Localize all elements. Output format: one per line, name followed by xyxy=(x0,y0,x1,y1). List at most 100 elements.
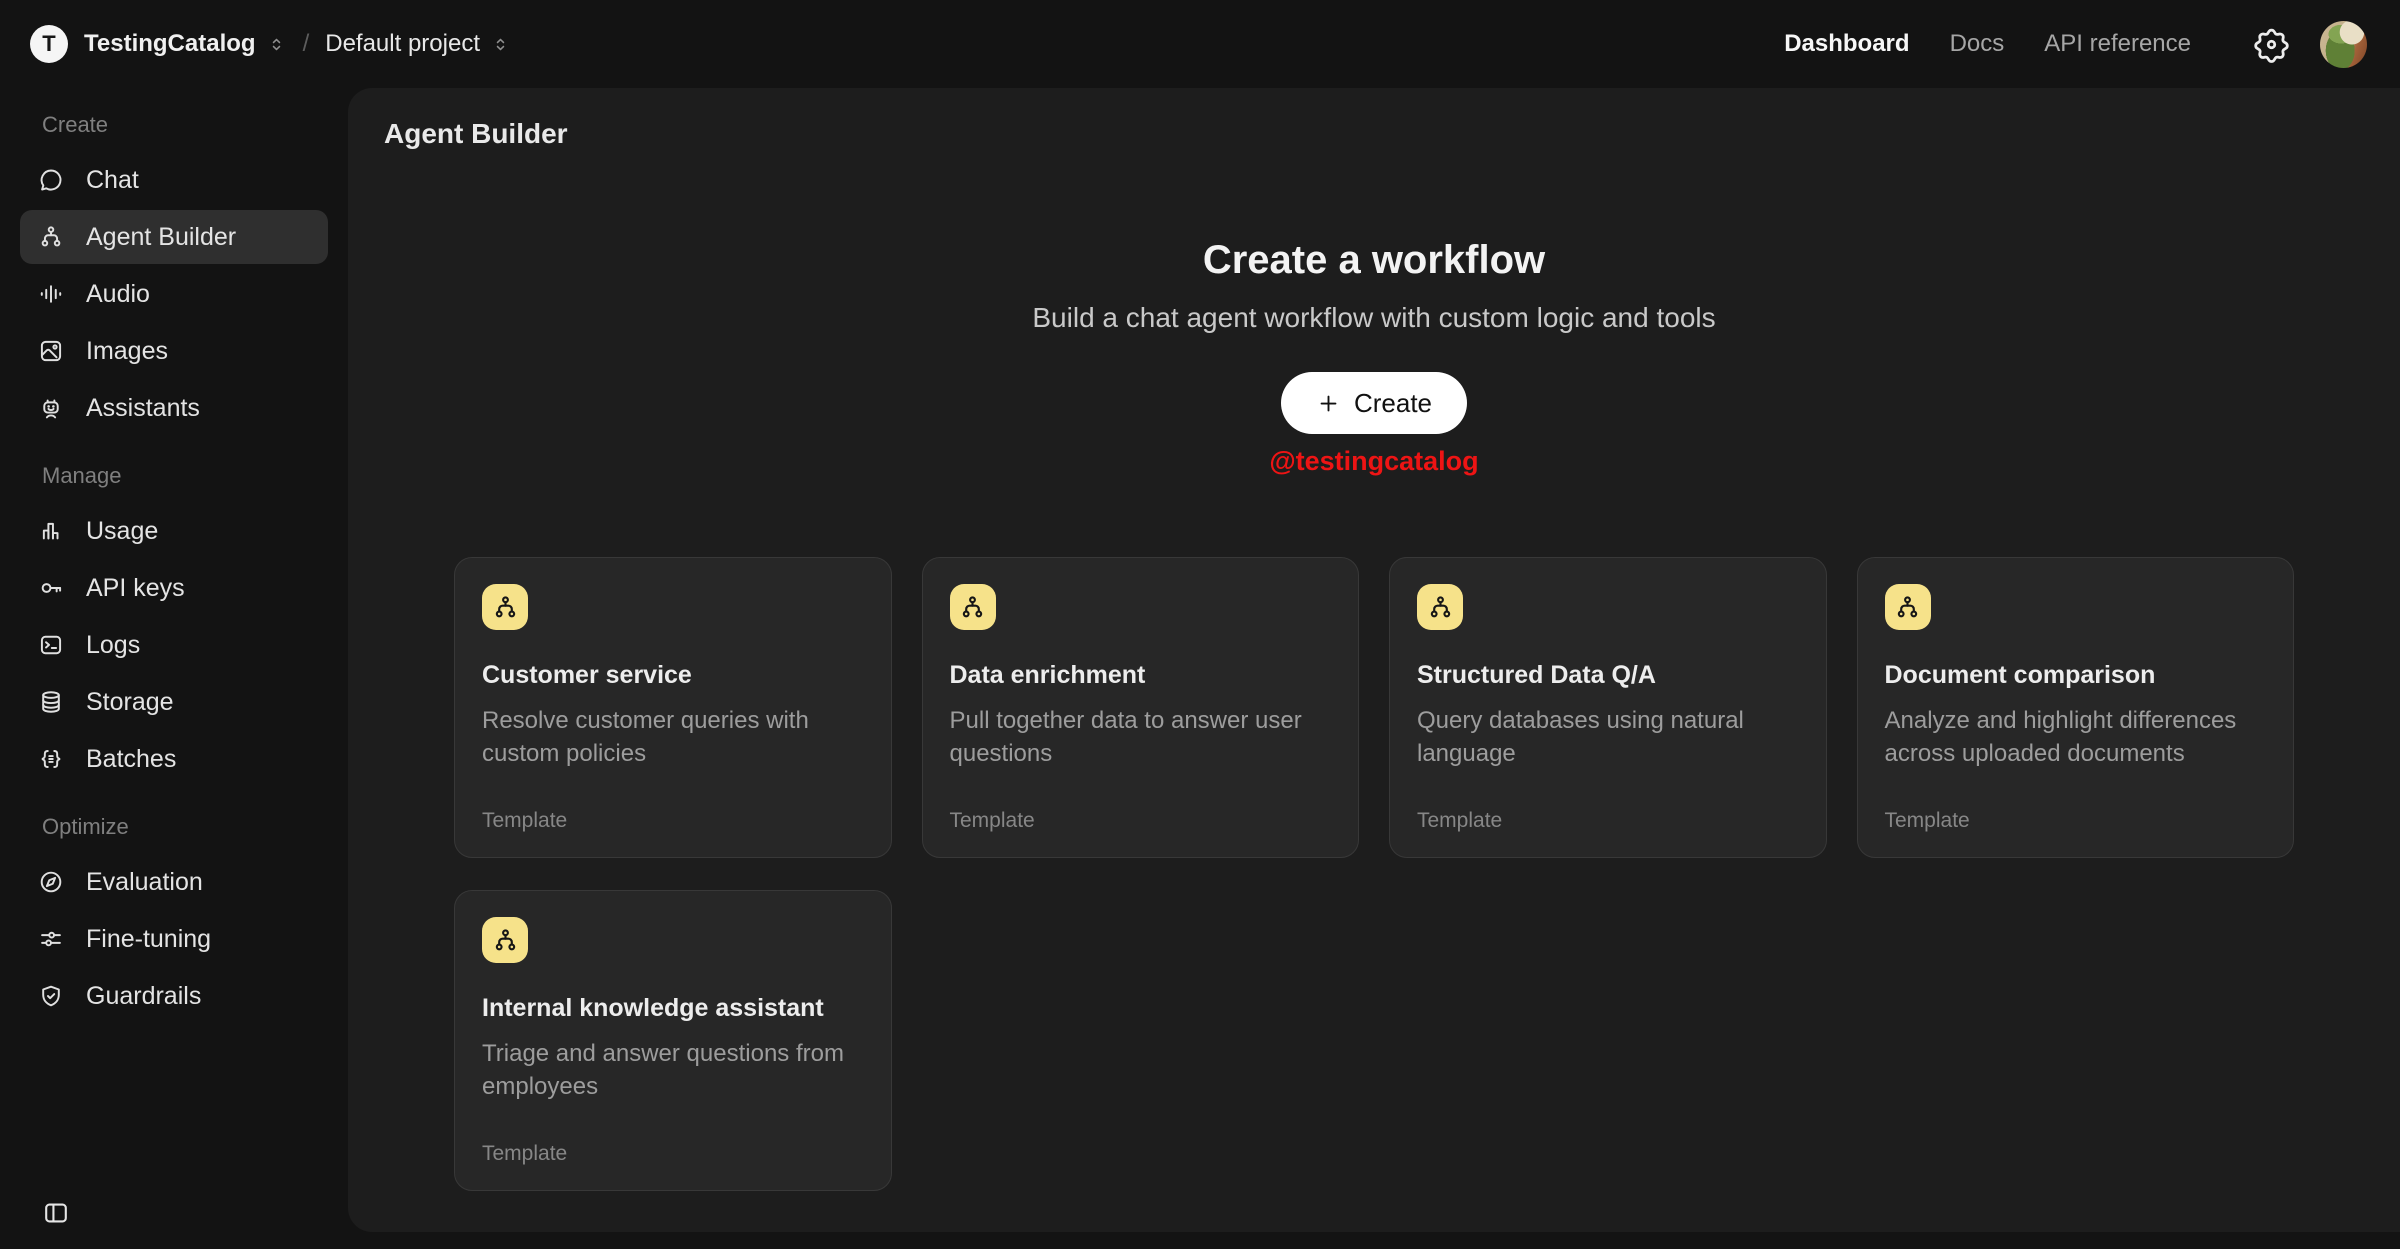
workflow-icon xyxy=(1427,594,1454,621)
hero-title: Create a workflow xyxy=(1203,236,1545,284)
card-title: Data enrichment xyxy=(950,661,1332,690)
card-description: Triage and answer questions from employe… xyxy=(482,1037,864,1103)
card-icon-tile xyxy=(1885,584,1931,630)
sidebar-item-label: Logs xyxy=(86,631,140,660)
bar-chart-icon xyxy=(38,518,64,544)
card-badge: Template xyxy=(482,809,864,833)
card-icon-tile xyxy=(1417,584,1463,630)
terminal-icon xyxy=(38,632,64,658)
sidebar-item-storage[interactable]: Storage xyxy=(20,675,328,729)
org-logo[interactable]: T xyxy=(30,25,68,63)
org-name: TestingCatalog xyxy=(84,30,256,58)
sidebar-item-assistants[interactable]: Assistants xyxy=(20,381,328,435)
org-initial: T xyxy=(42,31,55,57)
card-badge: Template xyxy=(482,1142,864,1166)
template-card-internal-knowledge-assistant[interactable]: Internal knowledge assistant Triage and … xyxy=(454,890,892,1191)
card-title: Customer service xyxy=(482,661,864,690)
card-badge: Template xyxy=(950,809,1332,833)
sidebar-item-label: API keys xyxy=(86,574,185,603)
sidebar-item-guardrails[interactable]: Guardrails xyxy=(20,969,328,1023)
database-icon xyxy=(38,689,64,715)
sidebar-item-logs[interactable]: Logs xyxy=(20,618,328,672)
hero: Create a workflow Build a chat agent wor… xyxy=(348,236,2400,477)
sidebar-item-audio[interactable]: Audio xyxy=(20,267,328,321)
org-switcher[interactable]: TestingCatalog xyxy=(84,30,287,58)
sidebar-item-images[interactable]: Images xyxy=(20,324,328,378)
sidebar-item-usage[interactable]: Usage xyxy=(20,504,328,558)
card-badge: Template xyxy=(1417,809,1799,833)
panel-left-icon xyxy=(42,1199,70,1227)
sidebar-item-api-keys[interactable]: API keys xyxy=(20,561,328,615)
section-label-optimize: Optimize xyxy=(42,814,328,840)
create-button-label: Create xyxy=(1354,388,1432,419)
compass-icon xyxy=(38,869,64,895)
app-root: T TestingCatalog / Default project Dashb… xyxy=(0,0,2400,1249)
template-card-document-comparison[interactable]: Document comparison Analyze and highligh… xyxy=(1857,557,2295,858)
topbar: T TestingCatalog / Default project Dashb… xyxy=(0,0,2400,88)
card-badge: Template xyxy=(1885,809,2267,833)
watermark-text: @testingcatalog xyxy=(1269,446,1478,477)
card-icon-tile xyxy=(950,584,996,630)
project-switcher[interactable]: Default project xyxy=(325,30,511,58)
template-card-data-enrichment[interactable]: Data enrichment Pull together data to an… xyxy=(922,557,1360,858)
nav-api-reference[interactable]: API reference xyxy=(2044,30,2191,58)
sidebar-item-evaluation[interactable]: Evaluation xyxy=(20,855,328,909)
topbar-right: Dashboard Docs API reference xyxy=(1784,21,2367,68)
nav-dashboard[interactable]: Dashboard xyxy=(1784,30,1909,58)
braces-icon xyxy=(38,746,64,772)
card-title: Structured Data Q/A xyxy=(1417,661,1799,690)
card-description: Pull together data to answer user questi… xyxy=(950,704,1332,770)
sidebar-item-label: Guardrails xyxy=(86,982,201,1011)
sidebar: Create Chat Agent Builder Audio Images A… xyxy=(0,88,348,1249)
audio-waveform-icon xyxy=(38,281,64,307)
card-title: Document comparison xyxy=(1885,661,2267,690)
sidebar-item-label: Batches xyxy=(86,745,176,774)
settings-button[interactable] xyxy=(2253,26,2290,63)
key-icon xyxy=(38,575,64,601)
chevron-updown-icon xyxy=(490,34,511,55)
main-panel: Agent Builder Create a workflow Build a … xyxy=(348,88,2400,1232)
sidebar-item-label: Assistants xyxy=(86,394,200,423)
sidebar-item-label: Fine-tuning xyxy=(86,925,211,954)
sliders-icon xyxy=(38,926,64,952)
sidebar-item-label: Evaluation xyxy=(86,868,203,897)
card-icon-tile xyxy=(482,584,528,630)
gear-icon xyxy=(2253,26,2290,63)
card-title: Internal knowledge assistant xyxy=(482,994,864,1023)
page-title: Agent Builder xyxy=(384,118,2400,150)
card-icon-tile xyxy=(482,917,528,963)
breadcrumb-separator: / xyxy=(303,30,310,58)
hero-subtitle: Build a chat agent workflow with custom … xyxy=(1032,302,1715,334)
robot-icon xyxy=(38,395,64,421)
sidebar-item-batches[interactable]: Batches xyxy=(20,732,328,786)
sidebar-item-label: Audio xyxy=(86,280,150,309)
card-description: Query databases using natural language xyxy=(1417,704,1799,770)
sidebar-item-label: Usage xyxy=(86,517,158,546)
sidebar-item-fine-tuning[interactable]: Fine-tuning xyxy=(20,912,328,966)
sidebar-item-label: Storage xyxy=(86,688,174,717)
image-icon xyxy=(38,338,64,364)
top-nav: Dashboard Docs API reference xyxy=(1784,30,2191,58)
template-grid: Customer service Resolve customer querie… xyxy=(454,557,2294,1191)
sidebar-item-label: Images xyxy=(86,337,168,366)
workflow-icon xyxy=(492,594,519,621)
project-name: Default project xyxy=(325,30,480,58)
chat-icon xyxy=(38,167,64,193)
avatar[interactable] xyxy=(2320,21,2367,68)
workflow-icon xyxy=(38,224,64,250)
workflow-icon xyxy=(1894,594,1921,621)
sidebar-item-agent-builder[interactable]: Agent Builder xyxy=(20,210,328,264)
workflow-icon xyxy=(959,594,986,621)
sidebar-item-chat[interactable]: Chat xyxy=(20,153,328,207)
chevron-updown-icon xyxy=(266,34,287,55)
plus-icon xyxy=(1316,391,1341,416)
section-label-manage: Manage xyxy=(42,463,328,489)
template-card-structured-data-qa[interactable]: Structured Data Q/A Query databases usin… xyxy=(1389,557,1827,858)
sidebar-item-label: Agent Builder xyxy=(86,223,236,252)
sidebar-collapse-button[interactable] xyxy=(42,1199,70,1227)
nav-docs[interactable]: Docs xyxy=(1950,30,2005,58)
card-description: Resolve customer queries with custom pol… xyxy=(482,704,864,770)
template-card-customer-service[interactable]: Customer service Resolve customer querie… xyxy=(454,557,892,858)
section-label-create: Create xyxy=(42,112,328,138)
create-workflow-button[interactable]: Create xyxy=(1281,372,1467,434)
